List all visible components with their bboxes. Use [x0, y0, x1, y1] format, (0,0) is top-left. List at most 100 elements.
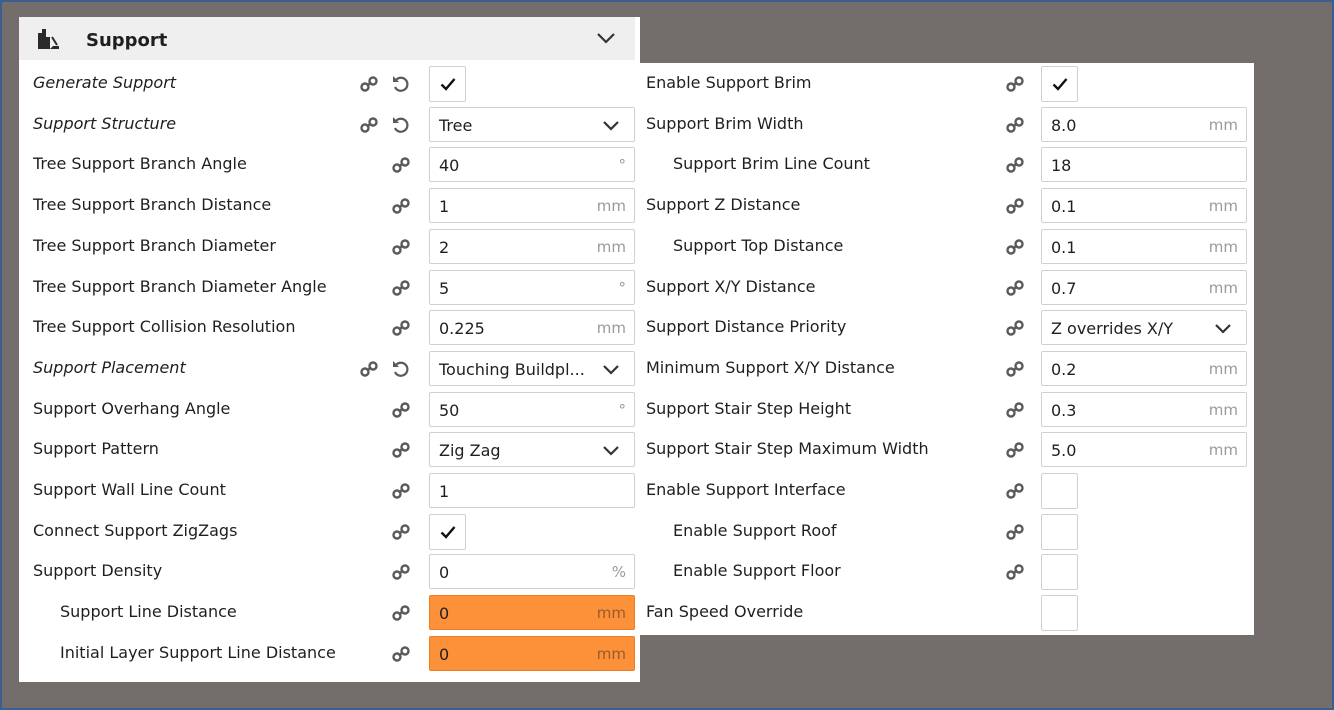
link-icon[interactable] — [391, 562, 411, 582]
chevron-down-icon — [1215, 324, 1231, 334]
link-icon[interactable] — [391, 400, 411, 420]
chevron-down-icon — [603, 120, 619, 131]
setting-input[interactable]: 0 mm — [429, 595, 635, 631]
setting-label: Support Top Distance — [673, 235, 844, 255]
input-value: 8.0 — [1051, 115, 1077, 135]
setting-row: Support Pattern Zig Zag — [19, 429, 640, 469]
link-icon[interactable] — [391, 155, 411, 175]
link-icon[interactable] — [391, 318, 411, 338]
reset-icon[interactable] — [391, 359, 411, 379]
link-icon[interactable] — [391, 522, 411, 542]
unit-label: mm — [1208, 359, 1238, 378]
input-value: 5.0 — [1051, 441, 1077, 461]
setting-checkbox[interactable] — [429, 513, 466, 550]
setting-input[interactable]: 0.225 mm — [429, 310, 635, 346]
setting-label: Tree Support Branch Diameter Angle — [33, 276, 327, 296]
setting-label: Support Line Distance — [60, 602, 237, 622]
setting-checkbox[interactable] — [1041, 473, 1078, 509]
link-icon[interactable] — [391, 481, 411, 501]
setting-checkbox[interactable] — [429, 66, 466, 102]
link-icon[interactable] — [1005, 522, 1025, 542]
chevron-down-icon — [603, 365, 619, 375]
input-value: 0.1 — [1051, 237, 1077, 257]
link-icon[interactable] — [359, 359, 379, 379]
setting-input[interactable]: 0 mm — [429, 635, 635, 671]
checkmark-icon — [1052, 78, 1068, 91]
input-value: 0.2 — [1051, 359, 1077, 379]
setting-input[interactable]: 0.1 mm — [1041, 228, 1247, 264]
unit-label: mm — [596, 237, 626, 256]
setting-input[interactable]: 5 ° — [429, 269, 635, 305]
link-icon[interactable] — [1005, 278, 1025, 298]
link-icon[interactable] — [1005, 155, 1025, 175]
reset-icon[interactable] — [391, 115, 411, 135]
link-icon[interactable] — [1005, 115, 1025, 135]
setting-input[interactable]: 8.0 mm — [1041, 106, 1247, 142]
setting-input[interactable]: 1 mm — [429, 188, 635, 224]
setting-label: Generate Support — [33, 73, 177, 92]
setting-row: Generate Support — [19, 63, 640, 103]
support-category-header[interactable]: Support — [19, 17, 635, 60]
setting-label: Support X/Y Distance — [646, 276, 816, 296]
setting-input[interactable]: 2 mm — [429, 228, 635, 264]
setting-checkbox[interactable] — [1041, 554, 1078, 591]
link-icon[interactable] — [1005, 481, 1025, 501]
setting-label: Support Wall Line Count — [33, 480, 226, 499]
link-icon[interactable] — [391, 278, 411, 298]
link-icon[interactable] — [391, 237, 411, 257]
unit-label: mm — [596, 319, 626, 338]
link-icon[interactable] — [391, 196, 411, 216]
setting-input[interactable]: 50 ° — [429, 391, 635, 427]
setting-dropdown[interactable]: Touching Buildpl... — [429, 350, 635, 386]
setting-label: Tree Support Branch Angle — [33, 154, 247, 174]
link-icon[interactable] — [359, 74, 379, 94]
setting-label: Enable Support Floor — [673, 561, 841, 581]
link-icon[interactable] — [1005, 196, 1025, 216]
setting-checkbox[interactable] — [1041, 66, 1078, 102]
unit-label: mm — [1208, 441, 1238, 460]
setting-label: Initial Layer Support Line Distance — [60, 642, 336, 662]
setting-row: Enable Support Interface — [640, 470, 1254, 510]
support-settings-panel-right: Enable Support Brim Support Brim Width 8.0… — [640, 63, 1254, 635]
setting-label: Support Placement — [33, 357, 186, 377]
link-icon[interactable] — [1005, 318, 1025, 338]
setting-row: Enable Support Brim — [640, 63, 1254, 103]
link-icon[interactable] — [1005, 237, 1025, 257]
link-icon[interactable] — [1005, 74, 1025, 94]
setting-row: Support X/Y Distance 0.7 mm — [640, 267, 1254, 307]
setting-input[interactable]: 0.1 mm — [1041, 188, 1247, 224]
checkmark-icon — [440, 78, 456, 91]
setting-dropdown[interactable]: Z overrides X/Y — [1041, 310, 1247, 346]
link-icon[interactable] — [1005, 400, 1025, 420]
setting-input[interactable]: 18 — [1041, 147, 1247, 183]
link-icon[interactable] — [391, 440, 411, 460]
setting-row: Initial Layer Support Line Distance 0 mm — [19, 633, 640, 673]
input-value: 50 — [439, 400, 460, 420]
link-icon[interactable] — [359, 115, 379, 135]
setting-dropdown[interactable]: Zig Zag — [429, 432, 635, 468]
setting-input[interactable]: 0.2 mm — [1041, 350, 1247, 386]
checkmark-icon — [440, 525, 456, 539]
support-settings-panel-left: Support Generate Support Support Structur… — [19, 17, 640, 682]
link-icon[interactable] — [1005, 359, 1025, 379]
setting-input[interactable]: 5.0 mm — [1041, 432, 1247, 468]
setting-input[interactable]: 0.3 mm — [1041, 391, 1247, 427]
setting-input[interactable]: 1 — [429, 473, 635, 508]
link-icon[interactable] — [1005, 562, 1025, 582]
setting-input[interactable]: 0.7 mm — [1041, 269, 1247, 305]
support-category-icon — [38, 29, 59, 49]
setting-input[interactable]: 0% — [429, 554, 635, 590]
link-icon[interactable] — [391, 603, 411, 623]
setting-checkbox[interactable] — [1041, 513, 1078, 550]
link-icon[interactable] — [391, 644, 411, 664]
chevron-down-icon[interactable] — [596, 31, 616, 45]
setting-input[interactable]: 40 ° — [429, 147, 635, 183]
link-icon[interactable] — [1005, 440, 1025, 460]
setting-dropdown[interactable]: Tree — [429, 106, 635, 142]
setting-row: Tree Support Branch Angle 40 ° — [19, 144, 640, 184]
reset-icon[interactable] — [391, 74, 411, 94]
setting-checkbox[interactable] — [1041, 595, 1078, 632]
setting-label: Fan Speed Override — [646, 602, 804, 622]
setting-row: Support Brim Line Count 18 — [640, 144, 1254, 184]
input-value: 5 — [439, 278, 450, 298]
